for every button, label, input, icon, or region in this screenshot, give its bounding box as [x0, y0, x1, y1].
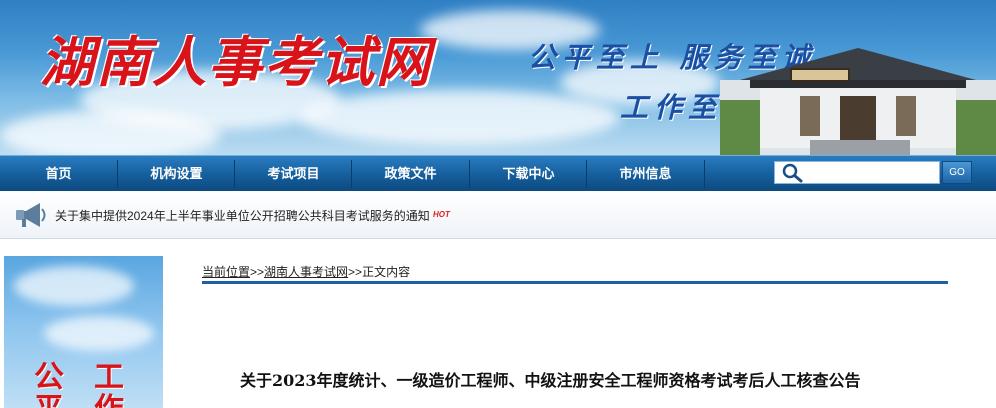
left-banner-char: 平	[34, 384, 64, 408]
notice-link[interactable]: 关于集中提供2024年上半年事业单位公开招聘公共科目考试服务的通知	[55, 207, 430, 224]
left-banner: 公 工 平 作	[4, 256, 163, 408]
hot-badge: HOT	[433, 210, 450, 219]
nav-item-city-info[interactable]: 市州信息	[587, 156, 704, 192]
content-divider	[202, 281, 948, 284]
breadcrumb-page: 正文内容	[362, 265, 411, 279]
nav-item-organization[interactable]: 机构设置	[118, 156, 235, 192]
breadcrumb: 当前位置>>湖南人事考试网>>正文内容	[202, 263, 410, 280]
breadcrumb-site-link[interactable]: 湖南人事考试网	[264, 265, 348, 279]
nav-item-home[interactable]: 首页	[0, 156, 117, 192]
building-illustration	[720, 48, 996, 155]
breadcrumb-separator: >>	[348, 265, 363, 279]
nav-item-downloads[interactable]: 下载中心	[470, 156, 587, 192]
megaphone-icon	[16, 203, 46, 227]
left-banner-char: 作	[94, 384, 124, 408]
search-go-button[interactable]: GO	[942, 161, 972, 184]
header-banner: 湖南人事考试网 公平至上 服务至诚 工作至精 管理至严	[0, 0, 996, 155]
nav-divider	[704, 160, 705, 188]
breadcrumb-separator: >>	[250, 265, 265, 279]
nav-item-policies[interactable]: 政策文件	[352, 156, 469, 192]
nav-item-exams[interactable]: 考试项目	[235, 156, 352, 192]
site-logo[interactable]: 湖南人事考试网	[40, 18, 432, 97]
breadcrumb-current-label: 当前位置	[202, 265, 251, 279]
search-icon	[782, 163, 803, 183]
article-title: 关于2023年度统计、一级造价工程师、中级注册安全工程师资格考试考后人工核查公告	[240, 371, 861, 390]
